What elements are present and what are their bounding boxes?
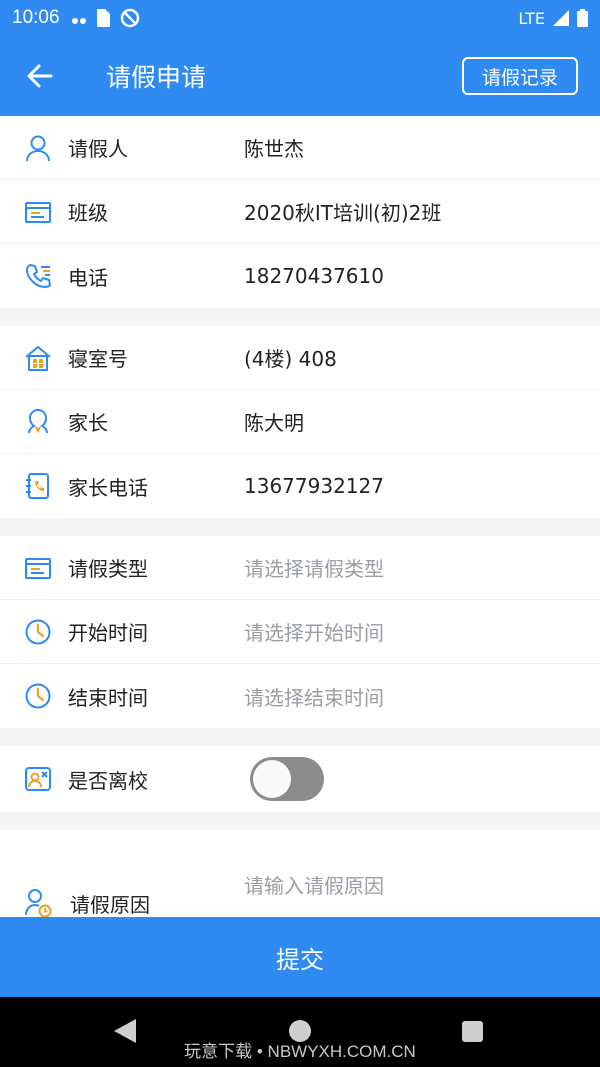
leave-details-group: 请假类型 请选择请假类型 开始时间 请选择开始时间 结束时间 请选择结束时间	[0, 536, 600, 728]
phone-icon	[26, 264, 51, 288]
app-bar: 请假申请 请假记录	[0, 36, 600, 116]
leave-records-button[interactable]: 请假记录	[461, 57, 578, 95]
form-content: 请假人 陈世杰 班级 2020秋IT培训(初)2班 电话 18270437610…	[0, 116, 600, 917]
leave-type-select[interactable]: 请选择请假类型	[244, 553, 384, 582]
reason-input[interactable]: 请输入请假原因	[244, 870, 384, 899]
class-name: 2020秋IT培训(初)2班	[244, 201, 442, 225]
end-time-select[interactable]: 请选择结束时间	[244, 682, 384, 711]
signal-icon	[553, 10, 569, 26]
row-parent-phone: 家长电话 13677932127	[0, 454, 600, 518]
parent-phone-number: 13677932127	[244, 474, 384, 498]
clock-icon	[25, 683, 51, 709]
contact-book-icon	[26, 473, 49, 499]
applicant-name: 陈世杰	[244, 137, 304, 161]
row-applicant: 请假人 陈世杰	[0, 116, 600, 180]
row-dorm: 寝室号 (4楼) 408	[0, 326, 600, 390]
leave-school-toggle[interactable]	[250, 757, 324, 801]
start-time-select[interactable]: 请选择开始时间	[244, 617, 384, 646]
leave-school-icon	[25, 767, 51, 791]
person-clock-icon	[25, 889, 52, 917]
clock-icon	[25, 619, 51, 644]
dorm-number: (4楼) 408	[244, 347, 337, 371]
submit-button[interactable]: 提交	[0, 917, 600, 997]
row-phone: 电话 18270437610	[0, 244, 600, 308]
leave-school-group: 是否离校	[0, 746, 600, 812]
row-leave-school: 是否离校	[0, 746, 600, 812]
no-disturb-icon	[120, 8, 139, 28]
phone-number: 18270437610	[244, 264, 384, 288]
watermark: 玩意下载 • NBWYXH.COM.CN	[184, 1042, 416, 1061]
status-time: 10:06	[12, 7, 60, 28]
parent-name: 陈大明	[244, 411, 304, 435]
row-start-time[interactable]: 开始时间 请选择开始时间	[0, 600, 600, 664]
student-info-group: 请假人 陈世杰 班级 2020秋IT培训(初)2班 电话 18270437610	[0, 116, 600, 308]
network-type: LTE	[518, 8, 545, 28]
reason-group: 请输入请假原因 请假原因	[0, 830, 600, 917]
dorm-icon	[25, 345, 51, 371]
dorm-parent-group: 寝室号 (4楼) 408 家长 陈大明 家长电话 13677932127	[0, 326, 600, 518]
row-end-time[interactable]: 结束时间 请选择结束时间	[0, 664, 600, 728]
dots-icon	[71, 8, 86, 29]
sim-card-icon	[96, 9, 110, 27]
battery-icon	[577, 9, 588, 27]
status-bar: 10:06 LTE	[0, 0, 600, 36]
row-parent: 家长 陈大明	[0, 390, 600, 454]
type-icon	[25, 557, 51, 579]
page-title: 请假申请	[106, 63, 207, 92]
row-class: 班级 2020秋IT培训(初)2班	[0, 180, 600, 244]
arrow-left-icon	[27, 64, 53, 88]
class-icon	[25, 201, 51, 223]
person-icon	[26, 135, 50, 161]
parent-icon	[28, 408, 48, 433]
back-button[interactable]	[0, 36, 80, 116]
row-leave-type[interactable]: 请假类型 请选择请假类型	[0, 536, 600, 600]
